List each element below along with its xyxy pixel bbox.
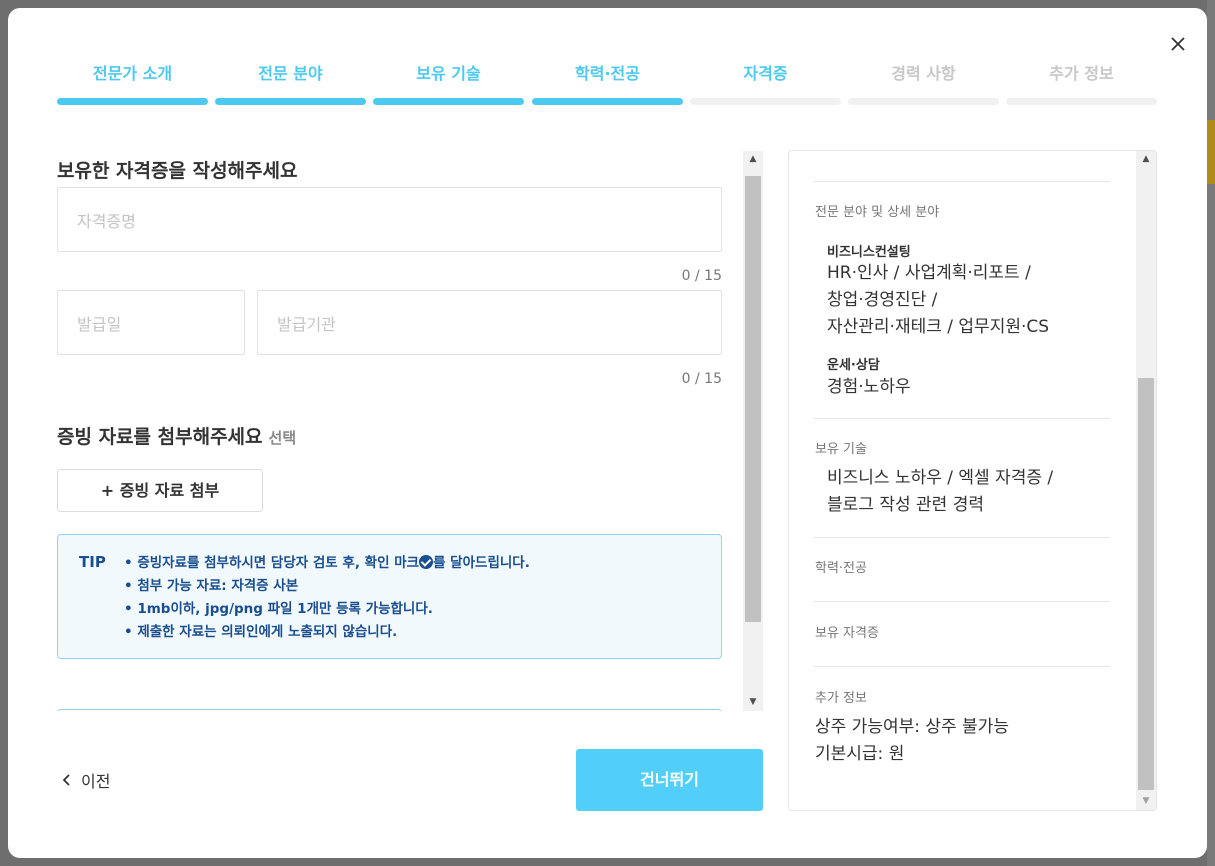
step-bar <box>690 98 841 105</box>
step-label: 경력 사항 <box>891 64 956 83</box>
evidence-title-text: 증빙 자료를 첨부해주세요 <box>57 426 263 448</box>
tip-label: TIP <box>79 553 106 571</box>
issue-date-input[interactable]: 발급일 <box>57 290 245 355</box>
divider <box>814 537 1110 538</box>
preview-field-label: 전문 분야 및 상세 분야 <box>815 205 940 220</box>
chevron-left-icon <box>62 774 70 786</box>
scroll-thumb[interactable] <box>1138 378 1154 790</box>
optional-tag: 선택 <box>268 429 297 447</box>
tip-box: TIP • 증빙자료를 첨부하시면 담당자 검토 후, 확인 마크 를 달아드립니… <box>57 534 722 659</box>
step-label: 자격증 <box>743 64 788 83</box>
preview-skills-label: 보유 기술 <box>815 442 867 457</box>
preview-scrollbar[interactable]: ▲ ▼ <box>1136 151 1156 810</box>
scroll-up-icon[interactable]: ▲ <box>1136 151 1156 168</box>
preview-value: 블로그 작성 관련 경력 <box>827 495 984 515</box>
step-intro[interactable]: 전문가 소개 <box>57 60 208 106</box>
step-label: 학력·전공 <box>575 64 640 83</box>
preview-edu-label: 학력·전공 <box>815 561 867 576</box>
divider <box>814 418 1110 419</box>
next-card-edge <box>57 709 722 711</box>
divider <box>814 601 1110 602</box>
tip-item: • 1mb이하, jpg/png 파일 1개만 등록 가능합니다. <box>124 601 433 617</box>
preview-value: 기본시급: 원 <box>815 744 905 764</box>
cert-name-counter: 0 / 15 <box>681 268 722 284</box>
step-label: 전문 분야 <box>258 64 323 83</box>
form-scrollbar[interactable]: ▲ ▼ <box>743 151 763 711</box>
close-icon <box>1171 37 1185 51</box>
divider <box>814 666 1110 667</box>
placeholder: 자격증명 <box>77 211 136 231</box>
step-bar <box>215 98 366 105</box>
preview-value: 창업·경영진단 / <box>827 290 938 310</box>
preview-cert-label: 보유 자격증 <box>815 626 879 641</box>
prev-label: 이전 <box>81 772 111 791</box>
preview-category: 비즈니스컨설팅 <box>827 245 911 260</box>
step-bar <box>1006 98 1157 105</box>
scroll-down-icon[interactable]: ▼ <box>1136 793 1156 810</box>
step-career[interactable]: 경력 사항 <box>848 60 999 106</box>
step-education[interactable]: 학력·전공 <box>532 60 683 106</box>
step-label: 추가 정보 <box>1049 64 1114 83</box>
preview-value: HR·인사 / 사업계획·리포트 / <box>827 263 1031 283</box>
placeholder: 발급기관 <box>277 314 336 334</box>
preview-category: 운세·상담 <box>827 358 880 373</box>
step-field[interactable]: 전문 분야 <box>215 60 366 106</box>
prev-button[interactable]: 이전 <box>61 768 110 792</box>
issuer-input[interactable]: 발급기관 <box>257 290 722 355</box>
tip-item: • 첨부 가능 자료: 자격증 사본 <box>124 578 299 594</box>
tip-item: • 증빙자료를 첨부하시면 담당자 검토 후, 확인 마크 를 달아드립니다. <box>124 552 530 575</box>
step-certificate[interactable]: 자격증 <box>690 60 841 106</box>
skip-button[interactable]: 건너뛰기 <box>576 749 763 811</box>
verified-check-icon <box>419 555 434 569</box>
step-progress: 전문가 소개 전문 분야 보유 기술 학력·전공 자격증 경력 사항 추가 정보 <box>57 60 1157 106</box>
preview-value: 비즈니스 노하우 / 엑셀 자격증 / <box>827 468 1054 488</box>
tip-list: • 증빙자료를 첨부하시면 담당자 검토 후, 확인 마크 를 달아드립니다. •… <box>124 552 530 644</box>
tip-item: • 제출한 자료는 의뢰인에게 노출되지 않습니다. <box>124 624 398 640</box>
scroll-down-icon[interactable]: ▼ <box>743 694 763 711</box>
tip-text: 를 달아드립니다. <box>433 555 530 571</box>
profile-preview-panel: 전문 분야 및 상세 분야 비즈니스컨설팅 HR·인사 / 사업계획·리포트 /… <box>788 150 1157 811</box>
tip-text: • 증빙자료를 첨부하시면 담당자 검토 후, 확인 마크 <box>124 555 420 571</box>
divider <box>814 181 1110 182</box>
close-button[interactable] <box>1168 34 1188 54</box>
evidence-section-title: 증빙 자료를 첨부해주세요 선택 <box>57 422 296 449</box>
preview-value: 자산관리·재테크 / 업무지원·CS <box>827 317 1050 337</box>
scroll-thumb[interactable] <box>745 176 761 622</box>
backdrop-accent <box>1207 120 1215 184</box>
certificate-modal: 전문가 소개 전문 분야 보유 기술 학력·전공 자격증 경력 사항 추가 정보 <box>8 8 1207 858</box>
form-scroll-area: 보유한 자격증을 작성해주세요 자격증명 0 / 15 발급일 발급기관 0 /… <box>8 151 768 711</box>
step-label: 보유 기술 <box>416 64 481 83</box>
placeholder: 발급일 <box>77 314 122 334</box>
cert-name-input[interactable]: 자격증명 <box>57 187 722 252</box>
step-bar <box>848 98 999 105</box>
step-extra[interactable]: 추가 정보 <box>1006 60 1157 106</box>
preview-value: 경험·노하우 <box>827 377 911 397</box>
preview-value: 상주 가능여부: 상주 불가능 <box>815 717 1009 737</box>
cert-section-title: 보유한 자격증을 작성해주세요 <box>57 160 298 182</box>
preview-extra-label: 추가 정보 <box>815 691 867 706</box>
step-bar <box>532 98 683 105</box>
issuer-counter: 0 / 15 <box>681 371 722 387</box>
attach-evidence-button[interactable]: + 증빙 자료 첨부 <box>57 469 263 512</box>
step-bar <box>57 98 208 105</box>
step-skills[interactable]: 보유 기술 <box>373 60 524 106</box>
scroll-up-icon[interactable]: ▲ <box>743 151 763 168</box>
step-label: 전문가 소개 <box>92 64 173 83</box>
step-bar <box>373 98 524 105</box>
